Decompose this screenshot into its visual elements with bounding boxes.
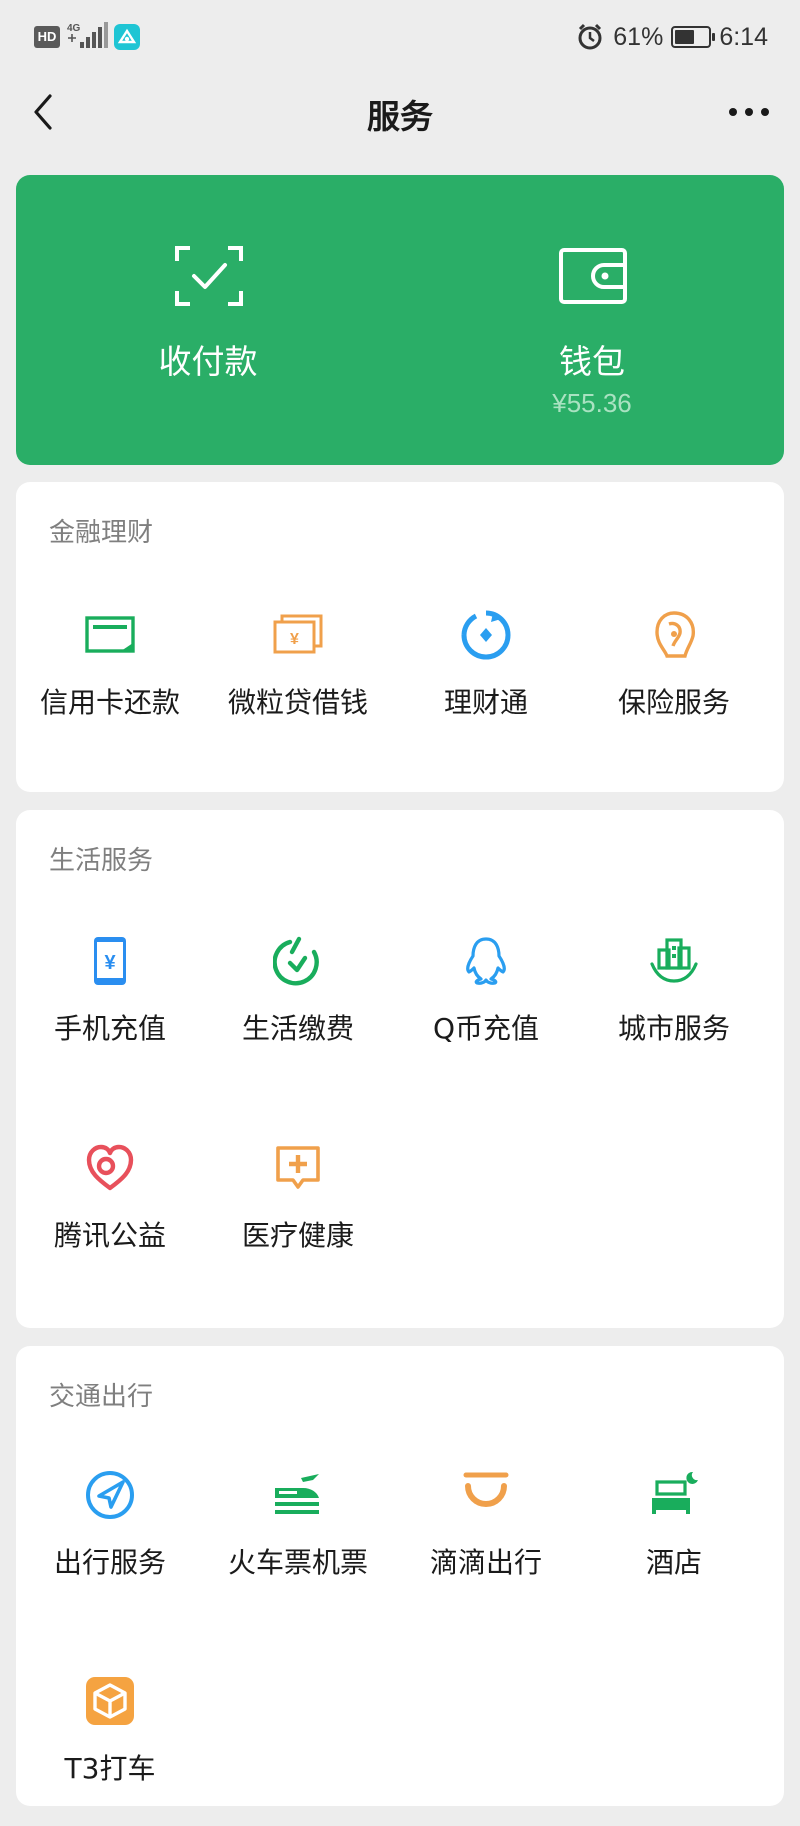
tile-label: 微粒贷借钱 bbox=[227, 686, 368, 719]
wallet-balance: ¥55.36 bbox=[552, 388, 632, 418]
tile-label: 医疗健康 bbox=[241, 1219, 354, 1252]
loan-bill-icon: ¥ bbox=[273, 614, 323, 654]
hotel-bed-icon bbox=[652, 1471, 698, 1514]
network-type-label: 4G bbox=[67, 23, 81, 34]
clock: 6:14 bbox=[719, 22, 768, 51]
navigation-arrow-icon bbox=[86, 1471, 134, 1519]
charity-heart-icon bbox=[86, 1144, 134, 1191]
receive-pay-label: 收付款 bbox=[158, 342, 258, 381]
insurance-icon bbox=[655, 611, 695, 658]
tile-q-coin-topup[interactable]: Q币充值 bbox=[392, 936, 580, 1086]
status-bar: HD 4G 61% 6:14 bbox=[0, 0, 800, 72]
tile-label: T3打车 bbox=[64, 1752, 156, 1785]
svg-text:¥: ¥ bbox=[290, 631, 299, 648]
section-title: 生活服务 bbox=[49, 846, 154, 876]
tile-tencent-charity[interactable]: 腾讯公益 bbox=[16, 1143, 204, 1293]
qq-penguin-icon bbox=[466, 937, 506, 985]
hd-indicator: HD bbox=[34, 26, 60, 48]
page-title: 服务 bbox=[367, 97, 433, 136]
didi-icon bbox=[463, 1472, 509, 1507]
tile-city-services[interactable]: 城市服务 bbox=[580, 936, 768, 1086]
tile-weilidai-loan[interactable]: ¥ 微粒贷借钱 bbox=[204, 610, 392, 760]
battery-icon bbox=[671, 26, 716, 48]
tile-hotel[interactable]: 酒店 bbox=[580, 1470, 768, 1620]
wealth-icon bbox=[461, 610, 511, 660]
credit-card-icon bbox=[85, 616, 135, 653]
tile-mobile-topup[interactable]: ¥ 手机充值 bbox=[16, 936, 204, 1086]
tile-didi[interactable]: 滴滴出行 bbox=[392, 1470, 580, 1620]
t3-box-icon bbox=[86, 1677, 134, 1725]
medical-chat-icon bbox=[276, 1146, 320, 1189]
more-dots-icon[interactable] bbox=[724, 98, 774, 126]
alarm-icon bbox=[578, 23, 602, 50]
tile-licaitong[interactable]: 理财通 bbox=[392, 610, 580, 760]
scan-check-icon bbox=[175, 246, 243, 306]
section-title: 金融理财 bbox=[49, 518, 154, 548]
city-buildings-icon bbox=[650, 938, 698, 983]
tile-travel-services[interactable]: 出行服务 bbox=[16, 1470, 204, 1620]
tile-label: 手机充值 bbox=[53, 1012, 166, 1045]
receive-pay-button[interactable]: 收付款 bbox=[16, 175, 400, 465]
tile-label: Q币充值 bbox=[432, 1012, 540, 1045]
tile-insurance[interactable]: 保险服务 bbox=[580, 610, 768, 760]
signal-icon: 4G bbox=[67, 22, 108, 48]
section-life-services: 生活服务 ¥ 手机充值 生活缴费 Q币充值 城市服务 腾讯公益 医疗健康 bbox=[16, 810, 784, 1328]
tile-train-flight-tickets[interactable]: 火车票机票 bbox=[204, 1470, 392, 1620]
tile-utility-payment[interactable]: 生活缴费 bbox=[204, 936, 392, 1086]
svg-text:¥: ¥ bbox=[104, 952, 116, 974]
section-finance: 金融理财 信用卡还款 ¥ 微粒贷借钱 理财通 保险服务 bbox=[16, 482, 784, 792]
status-right: 61% 6:14 bbox=[575, 20, 768, 54]
wallet-icon bbox=[559, 248, 627, 304]
tile-medical-health[interactable]: 医疗健康 bbox=[204, 1143, 392, 1293]
section-title: 交通出行 bbox=[49, 1382, 154, 1412]
tile-label: 火车票机票 bbox=[227, 1546, 368, 1579]
wallet-button[interactable]: 钱包 ¥55.36 bbox=[400, 175, 784, 465]
tile-label: 保险服务 bbox=[617, 686, 730, 719]
pay-card: 收付款 钱包 ¥55.36 bbox=[16, 175, 784, 465]
tile-credit-card-repay[interactable]: 信用卡还款 bbox=[16, 610, 204, 760]
battery-percent: 61% bbox=[613, 22, 664, 51]
tile-label: 腾讯公益 bbox=[53, 1219, 166, 1252]
app-notification-icon bbox=[114, 24, 140, 50]
tile-label: 生活缴费 bbox=[241, 1012, 354, 1045]
wallet-label: 钱包 bbox=[559, 342, 625, 381]
phone-topup-icon: ¥ bbox=[94, 937, 126, 985]
tile-label: 城市服务 bbox=[617, 1012, 730, 1045]
section-transport: 交通出行 出行服务 火车票机票 滴滴出行 酒店 T3打车 bbox=[16, 1346, 784, 1806]
tile-label: 酒店 bbox=[645, 1546, 702, 1579]
nav-bar: 服务 bbox=[0, 72, 800, 152]
tile-label: 理财通 bbox=[443, 686, 528, 719]
utility-payment-icon bbox=[273, 936, 319, 986]
tile-label: 出行服务 bbox=[53, 1546, 166, 1579]
train-plane-icon bbox=[275, 1474, 319, 1514]
tile-t3-taxi[interactable]: T3打车 bbox=[16, 1676, 204, 1826]
tile-label: 信用卡还款 bbox=[39, 686, 180, 719]
tile-label: 滴滴出行 bbox=[429, 1546, 542, 1579]
battery-level bbox=[675, 30, 695, 44]
